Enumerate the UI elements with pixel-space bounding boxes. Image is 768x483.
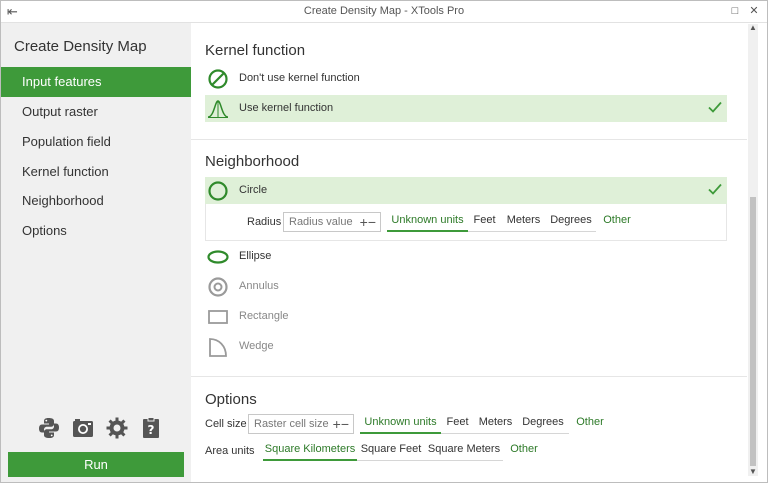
- area-unit-tabs: Square Kilometers Square Feet Square Met…: [263, 441, 553, 461]
- svg-text:?: ?: [148, 423, 155, 437]
- app-window: ⇤ Create Density Map - XTools Pro □ ✕ Cr…: [0, 0, 768, 483]
- option-label: Don't use kernel function: [239, 72, 360, 84]
- sidebar: Create Density Map Input features Output…: [1, 23, 191, 482]
- sidebar-item-neighborhood[interactable]: Neighborhood: [1, 186, 191, 216]
- option-label: Wedge: [239, 340, 274, 352]
- kernel-curve-icon: [207, 98, 229, 120]
- option-ellipse[interactable]: Ellipse: [205, 243, 727, 270]
- sidebar-item-output-raster[interactable]: Output raster: [1, 97, 191, 127]
- option-label: Rectangle: [239, 310, 289, 322]
- section-divider: [191, 139, 747, 140]
- sidebar-item-population-field[interactable]: Population field: [1, 127, 191, 157]
- unit-tab-meters[interactable]: Meters: [474, 414, 517, 434]
- unit-tab-square-feet[interactable]: Square Feet: [357, 441, 425, 461]
- scroll-up-icon[interactable]: ▲: [749, 24, 757, 32]
- title-bar: ⇤ Create Density Map - XTools Pro □ ✕: [1, 1, 767, 23]
- options-section-title: Options: [205, 391, 257, 408]
- close-window-icon[interactable]: ✕: [747, 4, 761, 18]
- option-label: Circle: [239, 184, 268, 196]
- rectangle-icon: [207, 306, 229, 328]
- sidebar-title: Create Density Map: [14, 38, 147, 55]
- unit-other-link[interactable]: Other: [600, 212, 634, 232]
- option-label: Use kernel function: [239, 102, 334, 114]
- option-use-kernel[interactable]: Use kernel function: [205, 95, 727, 122]
- no-kernel-icon: [207, 68, 229, 90]
- unit-tab-meters[interactable]: Meters: [501, 212, 546, 232]
- unit-tab-unknown[interactable]: Unknown units: [387, 212, 468, 232]
- ellipse-icon: [207, 246, 229, 268]
- radius-input[interactable]: Radius value +−: [283, 212, 381, 232]
- sidebar-item-input-features[interactable]: Input features: [1, 67, 191, 97]
- help-icon[interactable]: ?: [139, 416, 163, 440]
- circle-icon: [207, 180, 229, 202]
- unit-tab-feet[interactable]: Feet: [441, 414, 474, 434]
- option-no-kernel[interactable]: Don't use kernel function: [205, 65, 727, 92]
- wedge-icon: [207, 336, 229, 358]
- restore-window-icon[interactable]: □: [728, 4, 742, 18]
- sidebar-item-kernel-function[interactable]: Kernel function: [1, 157, 191, 187]
- stepper-icon[interactable]: +−: [360, 214, 376, 230]
- run-button[interactable]: Run: [8, 452, 184, 477]
- cell-size-label: Cell size: [205, 418, 247, 430]
- radius-label: Radius: [247, 216, 282, 228]
- option-circle[interactable]: Circle: [205, 177, 727, 204]
- scroll-down-icon[interactable]: ▼: [749, 468, 757, 476]
- camera-icon[interactable]: [71, 416, 95, 440]
- option-label: Ellipse: [239, 250, 272, 262]
- cell-size-placeholder: Raster cell size: [254, 418, 329, 430]
- cell-size-unit-tabs: Unknown units Feet Meters Degrees Other: [360, 414, 610, 434]
- option-label: Annulus: [239, 280, 279, 292]
- unit-tab-degrees[interactable]: Degrees: [546, 212, 596, 232]
- radius-settings: Radius Radius value +− Unknown units Fee…: [205, 204, 727, 241]
- unit-other-link[interactable]: Other: [573, 414, 607, 434]
- scrollbar-thumb[interactable]: [750, 197, 756, 466]
- unit-tab-degrees[interactable]: Degrees: [517, 414, 569, 434]
- radius-placeholder: Radius value: [289, 216, 353, 228]
- unit-tab-square-meters[interactable]: Square Meters: [425, 441, 503, 461]
- section-divider: [191, 376, 747, 377]
- unit-tab-square-kilometers[interactable]: Square Kilometers: [263, 441, 357, 461]
- checkmark-icon: [707, 99, 723, 115]
- window-title: Create Density Map - XTools Pro: [303, 5, 465, 17]
- vertical-scrollbar[interactable]: ▲ ▼: [748, 24, 758, 476]
- area-units-label: Area units: [205, 445, 255, 457]
- annulus-icon: [207, 276, 229, 298]
- neighborhood-section-title: Neighborhood: [205, 153, 300, 170]
- kernel-section-title: Kernel function: [205, 42, 306, 59]
- unit-tab-unknown[interactable]: Unknown units: [360, 414, 441, 434]
- python-icon[interactable]: [37, 416, 61, 440]
- option-rectangle: Rectangle: [205, 303, 727, 330]
- cell-size-input[interactable]: Raster cell size +−: [248, 414, 354, 434]
- radius-unit-tabs: Unknown units Feet Meters Degrees Other: [387, 212, 631, 232]
- option-wedge: Wedge: [205, 333, 727, 360]
- unit-other-link[interactable]: Other: [507, 441, 541, 461]
- settings-panel: Kernel function Don't use kernel functio…: [191, 23, 757, 482]
- sidebar-item-options[interactable]: Options: [1, 216, 191, 246]
- checkmark-icon: [707, 181, 723, 197]
- gear-icon[interactable]: [105, 416, 129, 440]
- stepper-icon[interactable]: +−: [333, 416, 349, 432]
- option-annulus: Annulus: [205, 273, 727, 300]
- unit-tab-feet[interactable]: Feet: [468, 212, 501, 232]
